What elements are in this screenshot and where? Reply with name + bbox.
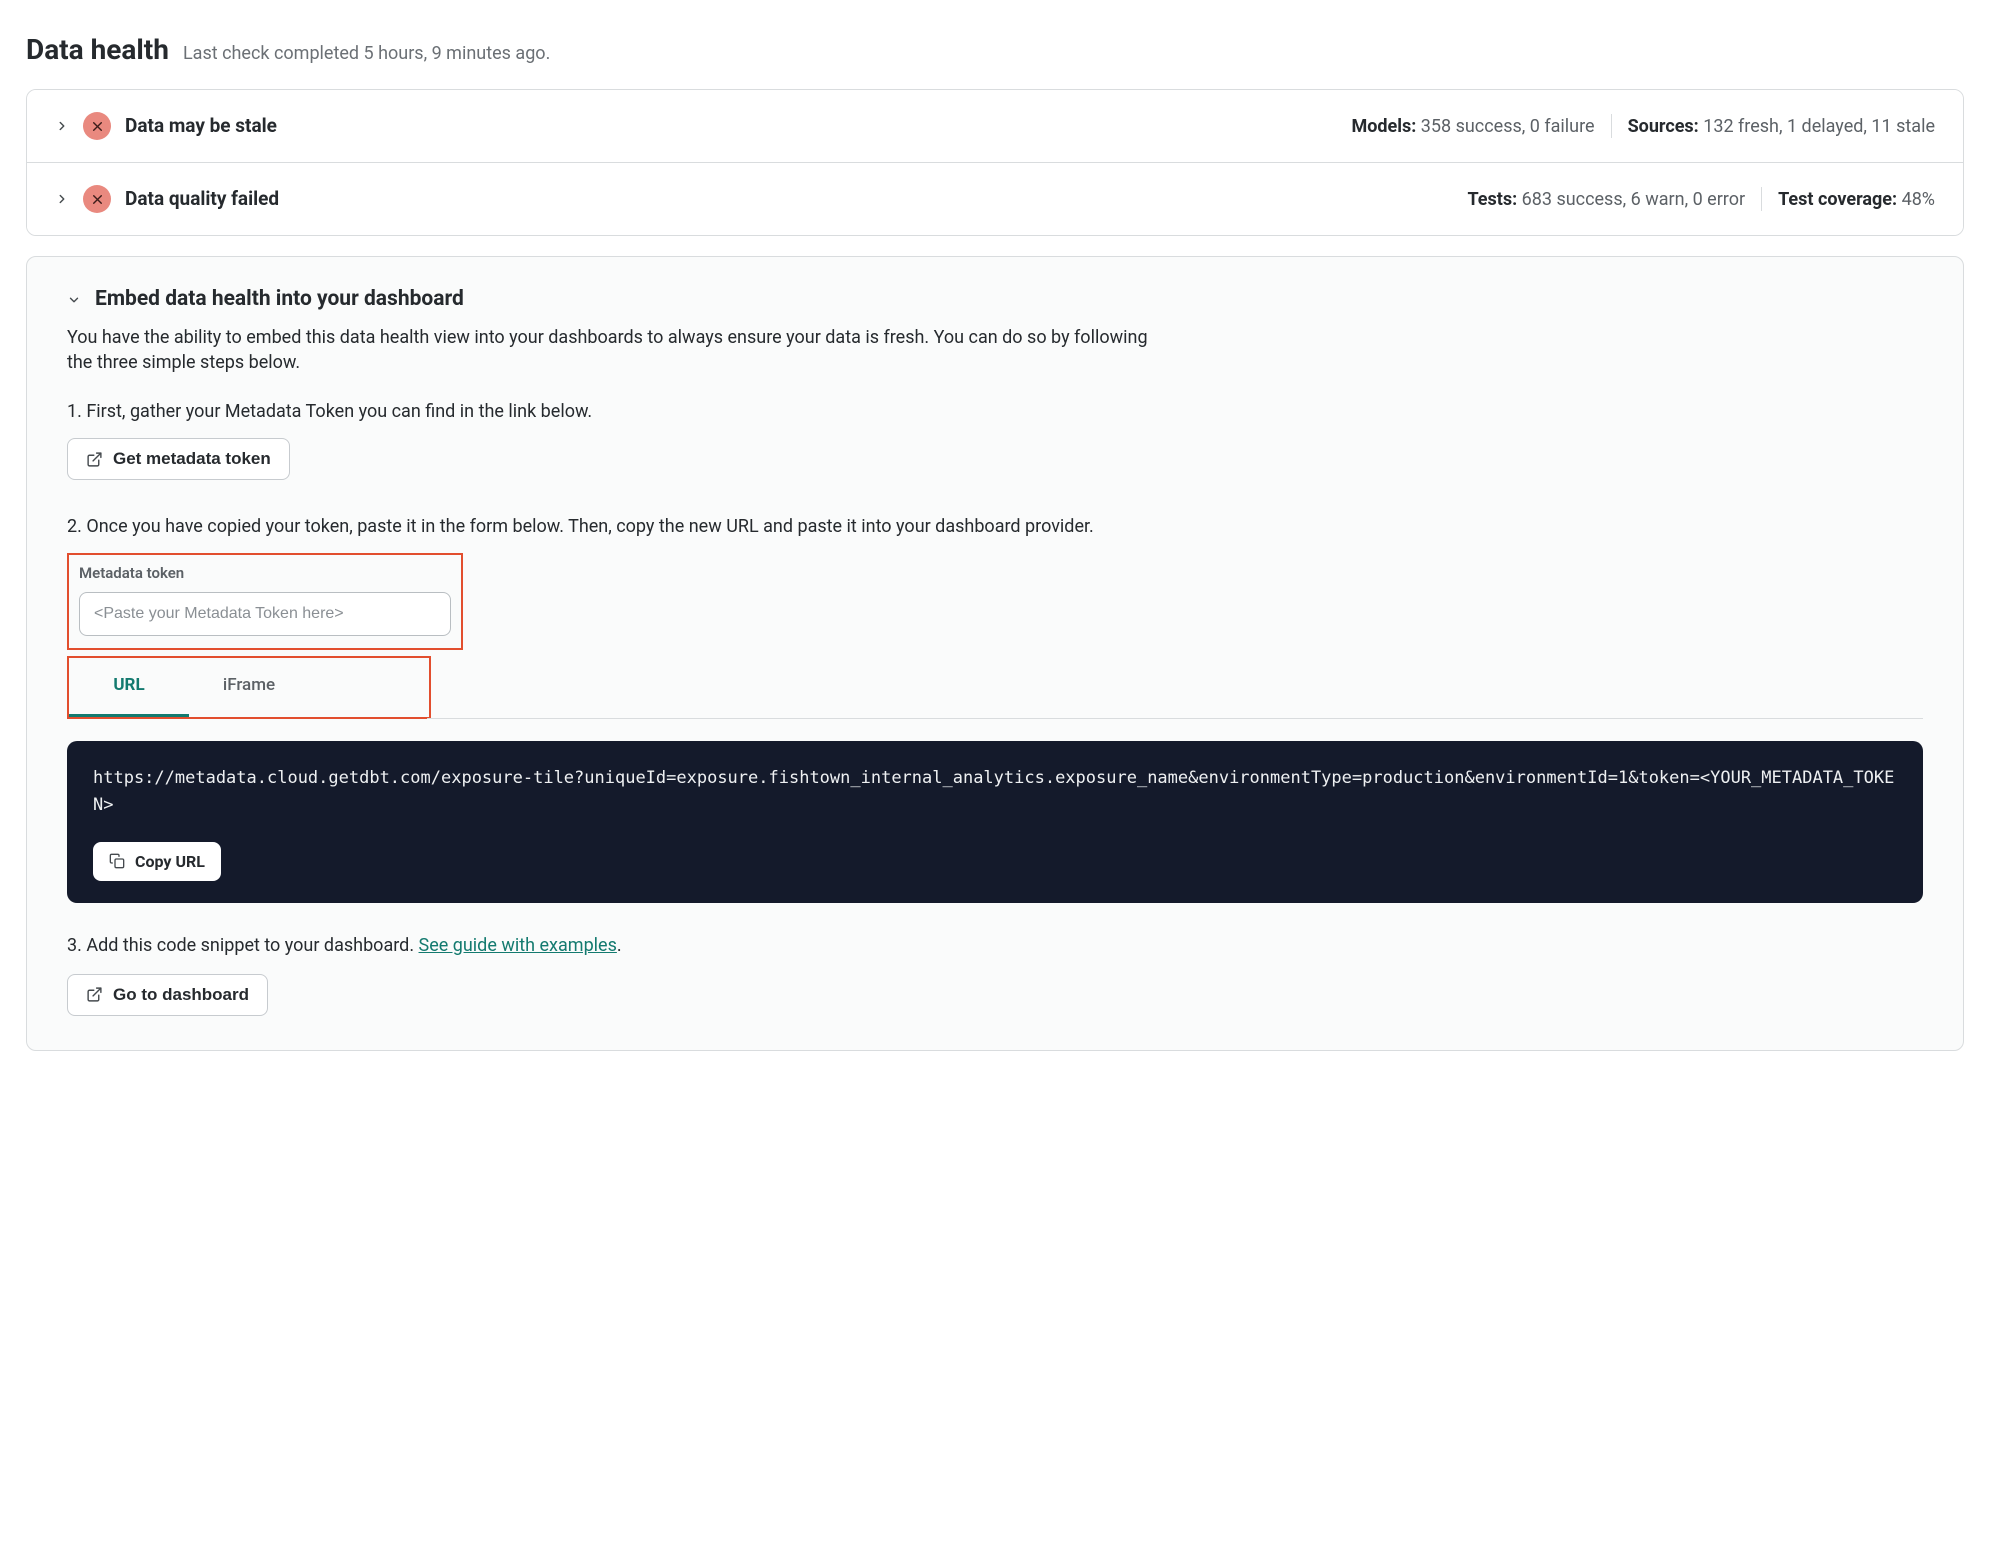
tests-stat: Tests: 683 success, 6 warn, 0 error (1467, 187, 1745, 212)
code-block: https://metadata.cloud.getdbt.com/exposu… (67, 741, 1923, 902)
card-data-quality[interactable]: Data quality failed Tests: 683 success, … (27, 162, 1963, 235)
code-url: https://metadata.cloud.getdbt.com/exposu… (93, 765, 1897, 819)
models-stat: Models: 358 success, 0 failure (1351, 114, 1594, 139)
chevron-right-icon (55, 192, 69, 206)
step-1: 1. First, gather your Metadata Token you… (67, 399, 1923, 424)
external-link-icon (86, 451, 103, 468)
button-label: Copy URL (135, 852, 205, 871)
button-label: Get metadata token (113, 449, 271, 469)
page-title: Data health (26, 30, 169, 69)
card-data-stale[interactable]: Data may be stale Models: 358 success, 0… (27, 90, 1963, 162)
tab-underline (427, 718, 1923, 719)
divider (1611, 114, 1612, 138)
embed-title: Embed data health into your dashboard (95, 285, 464, 314)
step-3-text: 3. Add this code snippet to your dashboa… (67, 935, 419, 956)
guide-link[interactable]: See guide with examples (419, 935, 617, 956)
sources-stat: Sources: 132 fresh, 1 delayed, 11 stale (1628, 114, 1935, 139)
tabs-highlight: URL iFrame (67, 656, 431, 719)
coverage-stat: Test coverage: 48% (1778, 187, 1935, 212)
x-circle-icon (83, 112, 111, 140)
copy-url-button[interactable]: Copy URL (93, 842, 221, 881)
chevron-right-icon (55, 119, 69, 133)
x-circle-icon (83, 185, 111, 213)
step-2: 2. Once you have copied your token, past… (67, 514, 1923, 539)
go-to-dashboard-button[interactable]: Go to dashboard (67, 974, 268, 1016)
metadata-token-label: Metadata token (79, 563, 451, 584)
chevron-down-icon[interactable] (67, 293, 81, 307)
step-3: 3. Add this code snippet to your dashboa… (67, 933, 1923, 958)
metadata-token-input[interactable] (79, 592, 451, 636)
copy-icon (109, 853, 125, 869)
metadata-token-highlight: Metadata token (67, 553, 463, 650)
embed-panel: Embed data health into your dashboard Yo… (26, 256, 1964, 1051)
external-link-icon (86, 986, 103, 1003)
tab-url[interactable]: URL (69, 658, 189, 717)
step-3-suffix: . (617, 935, 622, 956)
card-title: Data may be stale (125, 113, 277, 140)
card-title: Data quality failed (125, 186, 279, 213)
get-metadata-token-button[interactable]: Get metadata token (67, 438, 290, 480)
status-cards: Data may be stale Models: 358 success, 0… (26, 89, 1964, 236)
embed-description: You have the ability to embed this data … (67, 325, 1167, 375)
divider (1761, 187, 1762, 211)
embed-tabs: URL iFrame (69, 658, 429, 717)
button-label: Go to dashboard (113, 985, 249, 1005)
page-subtitle: Last check completed 5 hours, 9 minutes … (183, 41, 550, 66)
tab-iframe[interactable]: iFrame (189, 658, 309, 717)
